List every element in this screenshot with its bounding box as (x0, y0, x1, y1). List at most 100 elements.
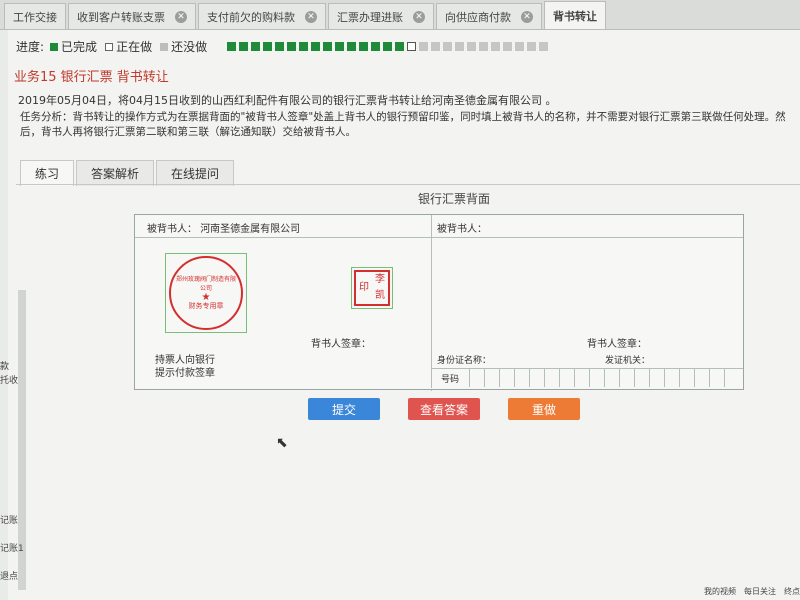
submit-button[interactable]: 提交 (308, 398, 380, 420)
id-digit-cell[interactable] (514, 369, 529, 387)
id-digit-cell[interactable] (469, 369, 484, 387)
id-digit-cell[interactable] (589, 369, 604, 387)
form-divider (431, 350, 432, 388)
close-icon[interactable]: ✕ (521, 10, 533, 23)
tab-answer-analysis[interactable]: 答案解析 (76, 160, 155, 186)
progress-block (503, 42, 513, 51)
side-menu-item[interactable] (0, 472, 24, 486)
id-digit-cell[interactable] (574, 369, 589, 387)
tab-4[interactable]: 向供应商付款 ✕ (436, 3, 542, 29)
mouse-cursor-icon: ⬉ (276, 435, 288, 451)
side-menu-item[interactable] (0, 430, 24, 444)
id-digit-cell[interactable] (649, 369, 664, 387)
side-menu-item[interactable] (0, 388, 24, 402)
progress-row: 进度: 已完成 正在做 还没做 (16, 38, 551, 55)
id-digit-cell[interactable] (559, 369, 574, 387)
company-seal-icon: 郑州玫瑰阀门制造有限公司 ★ 财务专用章 (169, 256, 243, 330)
side-menu-item[interactable] (0, 458, 24, 472)
left-endorsee: 被背书人： 河南圣德金属有限公司 (147, 224, 301, 235)
progress-block (539, 42, 549, 51)
tab-2[interactable]: 支付前欠的购料款 ✕ (198, 3, 326, 29)
tab-label: 向供应商付款 (445, 10, 511, 24)
id-digit-cell[interactable] (694, 369, 709, 387)
tab-3[interactable]: 汇票办理进账 ✕ (328, 3, 434, 29)
id-digit-cell[interactable] (709, 369, 724, 387)
side-menu-item[interactable]: 记账1 (0, 542, 24, 556)
side-menu-item[interactable]: 退点 (0, 570, 24, 584)
tab-5[interactable]: 背书转让 (544, 1, 606, 29)
personal-seal-stamp[interactable]: 印 李 凯 (351, 267, 393, 309)
doing-square-icon (105, 42, 114, 51)
id-digit-cell[interactable] (529, 369, 544, 387)
id-digit-cell[interactable] (499, 369, 514, 387)
main-panel: 进度: 已完成 正在做 还没做 业务15 银行汇票 背书转让 2019年05月0… (8, 30, 800, 600)
tab-1[interactable]: 收到客户转账支票 ✕ (68, 3, 196, 29)
side-menu-item[interactable] (0, 444, 24, 458)
side-menu-item[interactable]: 记账 (0, 514, 24, 528)
id-digit-cell[interactable] (604, 369, 619, 387)
progress-block (491, 42, 501, 51)
action-buttons: 提交 查看答案 重做 (308, 398, 608, 420)
progress-block (479, 42, 489, 51)
progress-block (239, 42, 249, 51)
redo-button[interactable]: 重做 (508, 398, 580, 420)
task-description: 2019年05月04日，将04月15日收到的山西红利配件有限公司的银行汇票背书转… (18, 94, 557, 107)
taskbar-item[interactable]: 终点 (784, 586, 800, 600)
side-menu-item[interactable] (0, 528, 24, 542)
left-endorsee-value[interactable]: 河南圣德金属有限公司 (200, 224, 300, 235)
task-title: 业务15 银行汇票 背书转让 (14, 70, 169, 85)
tab-label: 工作交接 (13, 10, 57, 24)
progress-block (323, 42, 333, 51)
side-menu-item[interactable] (0, 500, 24, 514)
form-bottom-row: 持票人向银行 提示付款签章 身份证名称： 发证机关： 号码 (134, 350, 744, 390)
side-menu-item[interactable] (0, 556, 24, 570)
progress-block (359, 42, 369, 51)
close-icon[interactable]: ✕ (175, 10, 187, 23)
right-endorsee: 被背书人： (437, 224, 487, 235)
progress-block (407, 42, 417, 51)
progress-label: 进度: (16, 40, 45, 54)
sub-tabs: 练习 答案解析 在线提问 (20, 160, 236, 186)
left-side-menu: 款托收 记账 记账1 退点 (0, 360, 24, 584)
tab-practice[interactable]: 练习 (20, 160, 75, 186)
side-menu-item[interactable] (0, 402, 24, 416)
side-menu-item[interactable]: 款 (0, 360, 24, 374)
progress-block (383, 42, 393, 51)
legend-done: 已完成 (50, 38, 97, 55)
progress-block (335, 42, 345, 51)
progress-block (371, 42, 381, 51)
id-digit-cell[interactable] (664, 369, 679, 387)
view-answer-button[interactable]: 查看答案 (408, 398, 480, 420)
progress-block (419, 42, 429, 51)
tab-0[interactable]: 工作交接 (4, 3, 66, 29)
progress-block (275, 42, 285, 51)
side-menu-item[interactable]: 托收 (0, 374, 24, 388)
tab-label: 支付前欠的购料款 (207, 10, 295, 24)
progress-block (395, 42, 405, 51)
close-icon[interactable]: ✕ (305, 10, 317, 23)
progress-block (527, 42, 537, 51)
taskbar-item[interactable]: 每日关注 (744, 586, 776, 600)
tab-label: 汇票办理进账 (337, 10, 403, 24)
id-digit-cell[interactable] (679, 369, 694, 387)
side-menu-item[interactable] (0, 486, 24, 500)
side-menu-item[interactable] (0, 416, 24, 430)
id-name-label-2: 身份证名称： (437, 356, 492, 366)
progress-block (443, 42, 453, 51)
id-digit-cell[interactable] (619, 369, 634, 387)
id-digit-cell[interactable] (634, 369, 649, 387)
id-digit-cell[interactable] (544, 369, 559, 387)
form-line (135, 237, 743, 238)
progress-block (263, 42, 273, 51)
progress-block (515, 42, 525, 51)
close-icon[interactable]: ✕ (413, 10, 425, 23)
id-digit-cell[interactable] (724, 369, 739, 387)
progress-block (467, 42, 477, 51)
taskbar-item[interactable]: 我的视频 (704, 586, 736, 600)
left-sign-label: 背书人签章： (311, 339, 371, 350)
tab-label: 背书转让 (553, 9, 597, 23)
tab-online-question[interactable]: 在线提问 (156, 160, 235, 186)
company-seal-stamp[interactable]: 郑州玫瑰阀门制造有限公司 ★ 财务专用章 (165, 253, 247, 333)
id-digit-cell[interactable] (484, 369, 499, 387)
id-number-cells[interactable] (469, 369, 739, 387)
